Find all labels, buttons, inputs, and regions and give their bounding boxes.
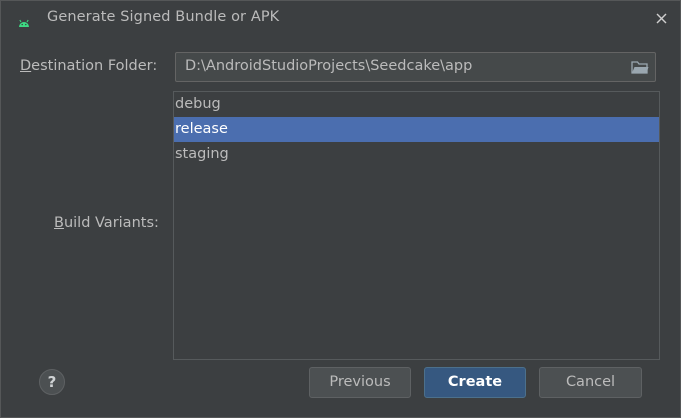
variant-item-debug[interactable]: debug — [174, 92, 659, 117]
destination-folder-field[interactable]: D:\AndroidStudioProjects\Seedcake\app — [175, 52, 656, 82]
build-variants-list[interactable]: debug release staging — [173, 91, 660, 360]
destination-folder-label-text: estination Folder: — [31, 58, 158, 74]
cancel-button[interactable]: Cancel — [539, 367, 642, 398]
build-variants-mnemonic: B — [54, 215, 64, 231]
generate-signed-bundle-dialog: Generate Signed Bundle or APK Destinatio… — [0, 0, 681, 418]
destination-folder-label: Destination Folder: — [20, 58, 157, 74]
destination-folder-value[interactable]: D:\AndroidStudioProjects\Seedcake\app — [185, 58, 472, 74]
build-variants-label: Build Variants: — [54, 215, 159, 231]
folder-icon[interactable] — [631, 59, 649, 75]
destination-folder-mnemonic: D — [20, 58, 32, 74]
build-variants-label-text: uild Variants: — [63, 215, 159, 231]
close-icon[interactable] — [653, 10, 671, 28]
create-button[interactable]: Create — [424, 367, 526, 398]
help-button[interactable]: ? — [39, 369, 65, 395]
variant-item-release[interactable]: release — [174, 117, 659, 142]
variant-item-staging[interactable]: staging — [174, 142, 659, 167]
title-bar: Generate Signed Bundle or APK — [1, 1, 680, 37]
dialog-title: Generate Signed Bundle or APK — [47, 9, 280, 25]
android-icon — [18, 13, 30, 27]
previous-button[interactable]: Previous — [309, 367, 411, 398]
